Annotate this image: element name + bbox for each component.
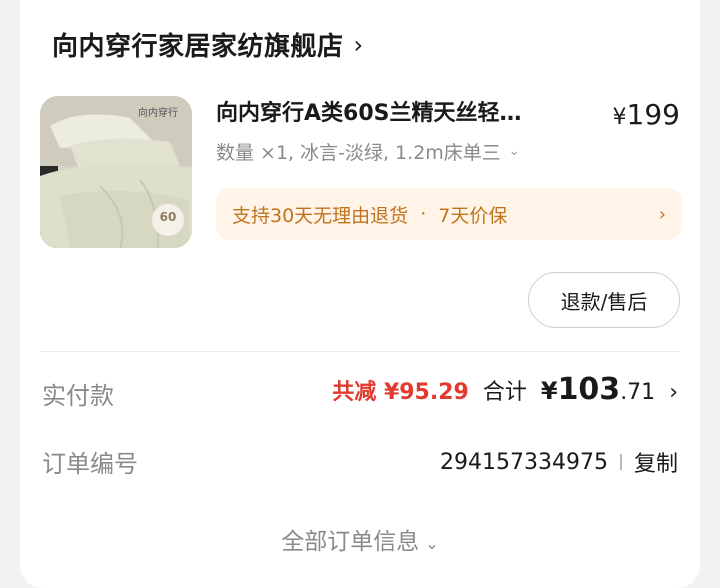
thumb-brand-text: 向内穿行 xyxy=(138,108,178,119)
all-order-info-label: 全部订单信息 xyxy=(281,529,420,555)
product-price: ¥199 xyxy=(613,98,680,131)
all-order-info-toggle[interactable]: 全部订单信息 ⌄ xyxy=(20,522,700,556)
paid-label: 实付款 xyxy=(42,382,114,410)
total-label: 合计 xyxy=(482,380,527,405)
product-title[interactable]: 向内穿行A类60S兰精天丝轻… xyxy=(216,95,606,127)
order-number-label: 订单编号 xyxy=(42,450,138,478)
thumb-badge: 60 xyxy=(152,204,184,236)
chevron-right-icon: › xyxy=(658,203,666,225)
price-value: 199 xyxy=(626,98,680,131)
product-spec[interactable]: 数量 ×1, 冰言-淡绿, 1.2m床单三 ⌄ xyxy=(216,138,520,165)
divider xyxy=(40,351,680,352)
copy-button[interactable]: 复制 xyxy=(634,446,678,478)
chevron-right-icon: › xyxy=(669,380,678,405)
order-number-row: 294157334975 复制 xyxy=(440,446,678,478)
shop-name: 向内穿行家居家纺旗舰店 xyxy=(52,32,344,62)
chevron-down-icon: ⌄ xyxy=(425,534,439,553)
guarantee-banner[interactable]: 支持30天无理由退货 · 7天价保 › xyxy=(216,188,682,240)
total-amount: ¥103.71 xyxy=(540,372,656,407)
price-currency: ¥ xyxy=(612,105,627,130)
payment-summary[interactable]: 共减 ¥95.29 合计 ¥103.71 › xyxy=(332,372,678,407)
refund-button[interactable]: 退款/售后 xyxy=(528,272,680,328)
guarantee-dot: · xyxy=(420,203,427,225)
order-number: 294157334975 xyxy=(440,449,608,475)
discount-amount: 共减 ¥95.29 xyxy=(332,380,469,405)
product-thumbnail[interactable]: 向内穿行 60 xyxy=(40,96,192,248)
chevron-right-icon: › xyxy=(353,30,364,59)
separator xyxy=(619,454,622,470)
shop-title[interactable]: 向内穿行家居家纺旗舰店 › xyxy=(52,26,364,63)
chevron-down-icon: ⌄ xyxy=(508,144,520,159)
order-card: 向内穿行家居家纺旗舰店 › 向内穿行 60 向内穿行A类60S兰精天丝轻… ¥1… xyxy=(20,0,700,588)
guarantee-price-protect: 7天价保 xyxy=(438,204,508,227)
guarantee-return: 支持30天无理由退货 xyxy=(232,204,409,227)
spec-text: 数量 ×1, 冰言-淡绿, 1.2m床单三 xyxy=(216,142,501,164)
